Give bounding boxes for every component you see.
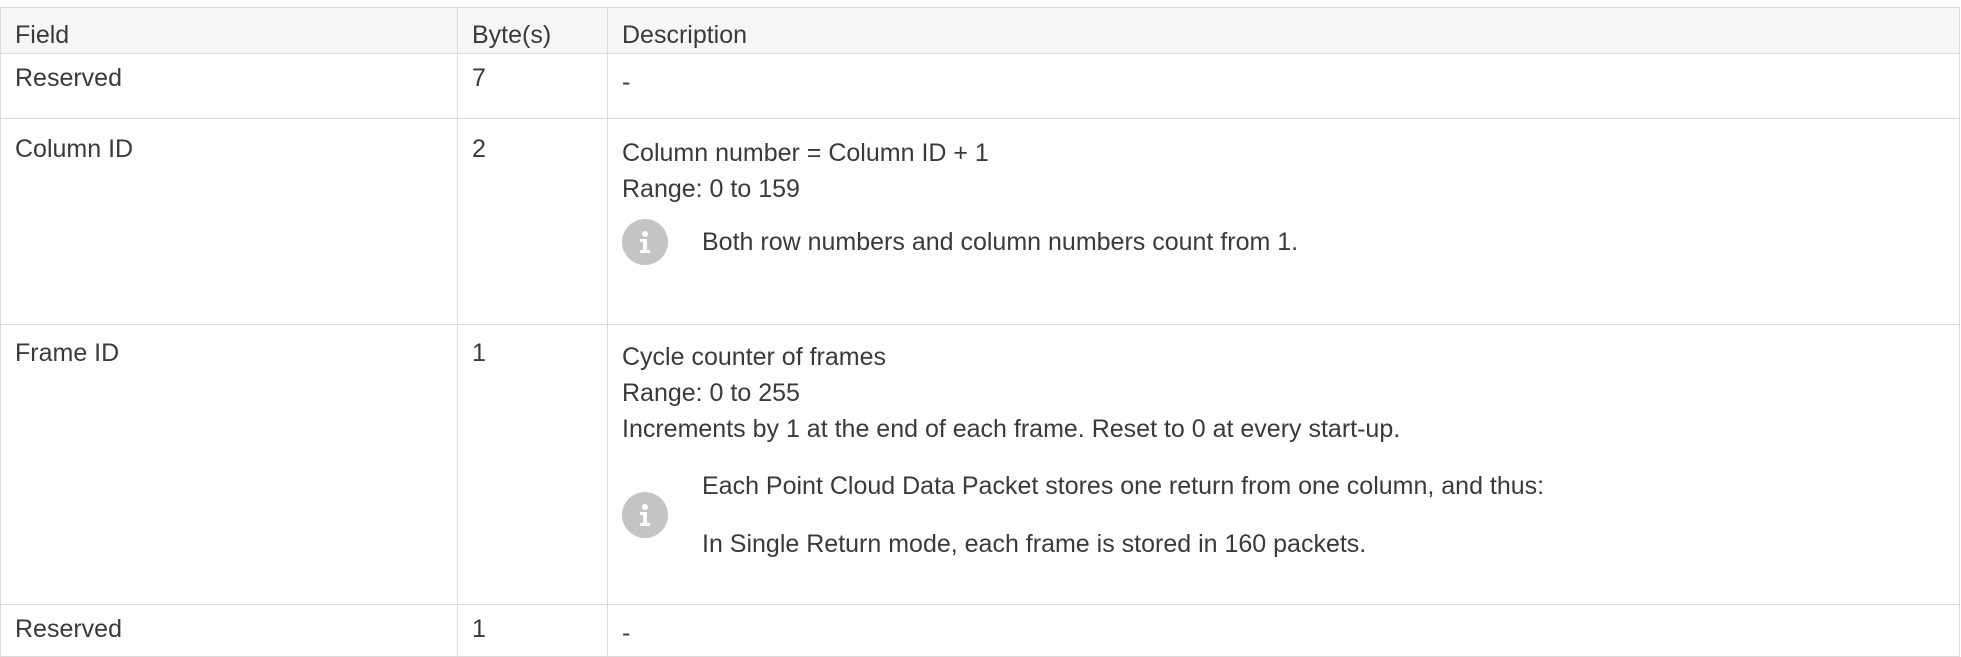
cell-bytes: 2 (457, 118, 608, 325)
table-row: Reserved 1 - (0, 604, 1960, 657)
spec-table: Field Byte(s) Description Reserved 7 - C… (0, 7, 1960, 657)
table-row: Column ID 2 Column number = Column ID + … (0, 118, 1960, 325)
cell-field: Column ID (0, 118, 458, 325)
cell-field: Reserved (0, 604, 458, 657)
cell-field: Reserved (0, 53, 458, 119)
cell-description: - (607, 53, 1960, 119)
description-line: Cycle counter of frames (622, 343, 886, 371)
description-line: - (622, 619, 631, 647)
cell-bytes: 7 (457, 53, 608, 119)
table-row: Frame ID 1 Cycle counter of frames Range… (0, 324, 1960, 605)
cell-bytes: 1 (457, 324, 608, 605)
header-field: Field (0, 7, 458, 54)
note-text: Each Point Cloud Data Packet stores one … (702, 472, 1545, 500)
cell-description: - (607, 604, 1960, 657)
table-row: Reserved 7 - (0, 53, 1960, 119)
cell-bytes: 1 (457, 604, 608, 657)
info-icon (622, 492, 668, 538)
info-note: Both row numbers and column numbers coun… (622, 219, 1945, 265)
cell-field: Frame ID (0, 324, 458, 605)
header-bytes: Byte(s) (457, 7, 608, 54)
description-line: Increments by 1 at the end of each frame… (622, 415, 1401, 443)
header-description: Description (607, 7, 1960, 54)
note-body: Both row numbers and column numbers coun… (702, 223, 1298, 261)
cell-description: Column number = Column ID + 1 Range: 0 t… (607, 118, 1960, 325)
description-line: - (622, 68, 631, 96)
note-text: Both row numbers and column numbers coun… (702, 228, 1299, 256)
description-line: Range: 0 to 255 (622, 379, 800, 407)
note-body: Each Point Cloud Data Packet stores one … (702, 467, 1544, 563)
info-note: Each Point Cloud Data Packet stores one … (622, 467, 1945, 563)
description-line: Column number = Column ID + 1 (622, 139, 989, 167)
info-icon (622, 219, 668, 265)
note-text: In Single Return mode, each frame is sto… (702, 530, 1367, 558)
table-header-row: Field Byte(s) Description (0, 7, 1960, 54)
description-line: Range: 0 to 159 (622, 175, 800, 203)
cell-description: Cycle counter of frames Range: 0 to 255 … (607, 324, 1960, 605)
